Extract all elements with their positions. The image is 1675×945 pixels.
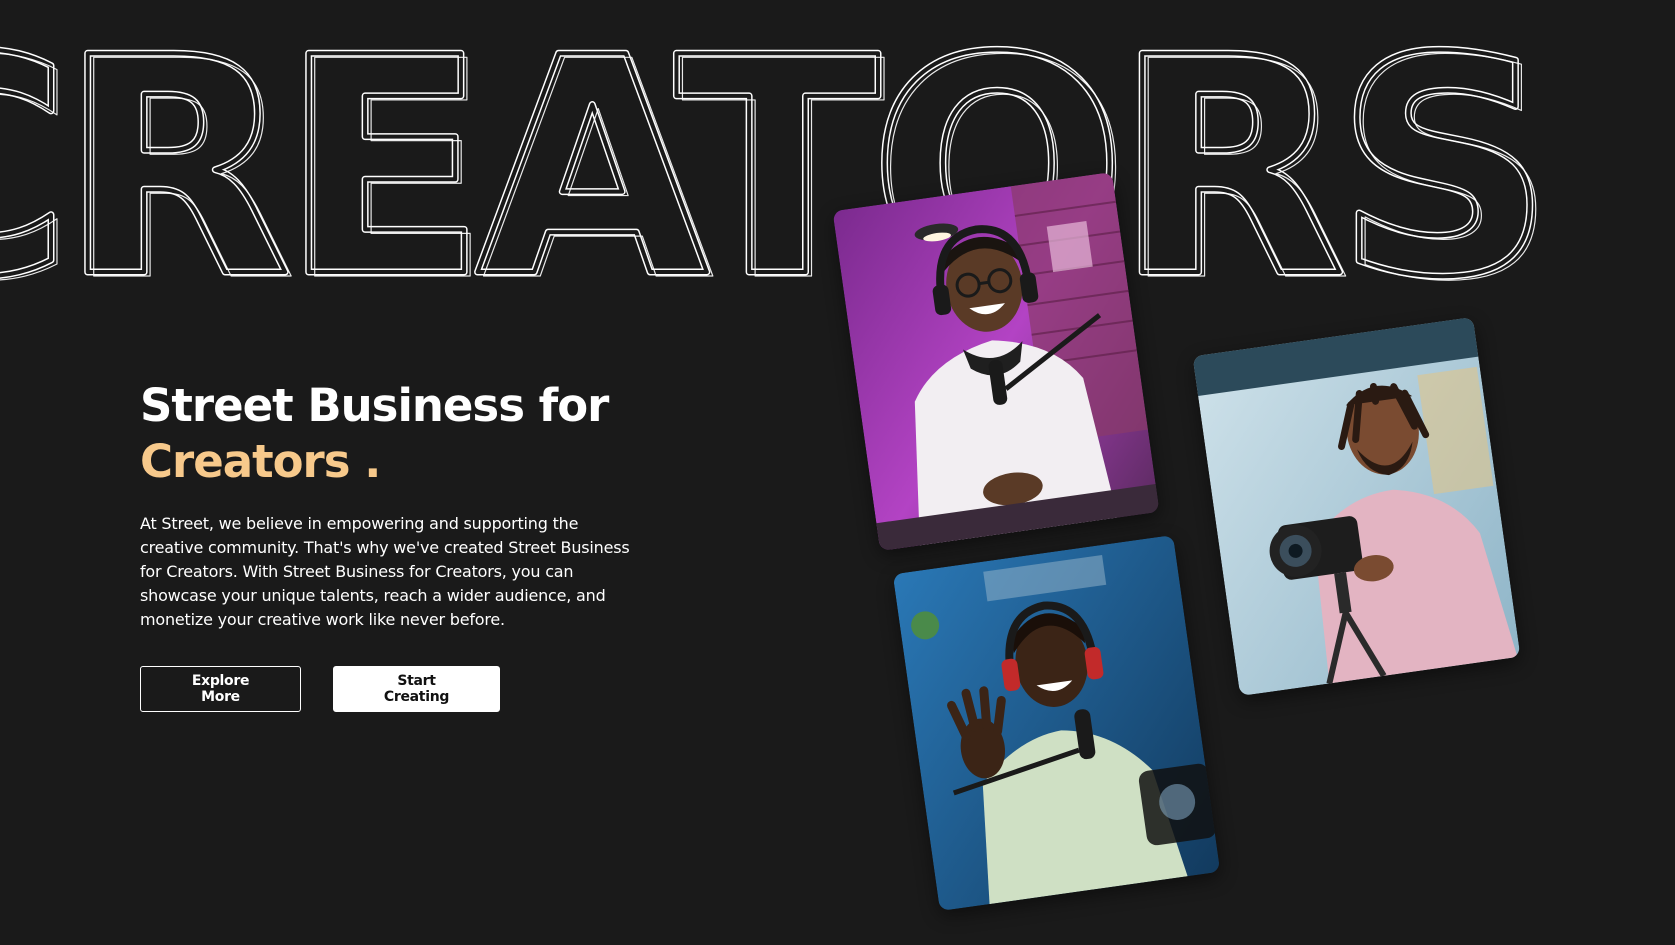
hero-section: Street Business for Creators . At Street… <box>140 378 660 712</box>
start-creating-button[interactable]: Start Creating <box>333 666 500 712</box>
hero-title: Street Business for Creators . <box>140 378 660 490</box>
outline-word-svg: CREATORS CREATORS CREATORS <box>0 0 1558 348</box>
photographer-photo <box>1192 316 1521 697</box>
hero-description: At Street, we believe in empowering and … <box>140 514 630 629</box>
outline-word-outer: CREATORS <box>0 0 1542 343</box>
hero-title-accent: Creators <box>140 435 351 488</box>
streamer-photo <box>892 534 1221 912</box>
podcaster-photo <box>832 172 1160 551</box>
outline-word-inner: CREATORS <box>0 0 1542 343</box>
photo-card-podcaster <box>832 172 1160 551</box>
hero-actions: Explore More Start Creating <box>140 666 660 712</box>
outline-word-shadow: CREATORS <box>0 0 1548 347</box>
photo-card-photographer <box>1192 316 1521 697</box>
explore-more-button[interactable]: Explore More <box>140 666 301 712</box>
landing-page: CREATORS CREATORS CREATORS Street Busine… <box>0 0 1675 945</box>
photo-card-streamer <box>892 534 1221 912</box>
hero-title-line1: Street Business for <box>140 379 609 432</box>
background-outline-word: CREATORS CREATORS CREATORS <box>0 0 1675 348</box>
hero-title-period: . <box>364 435 381 488</box>
